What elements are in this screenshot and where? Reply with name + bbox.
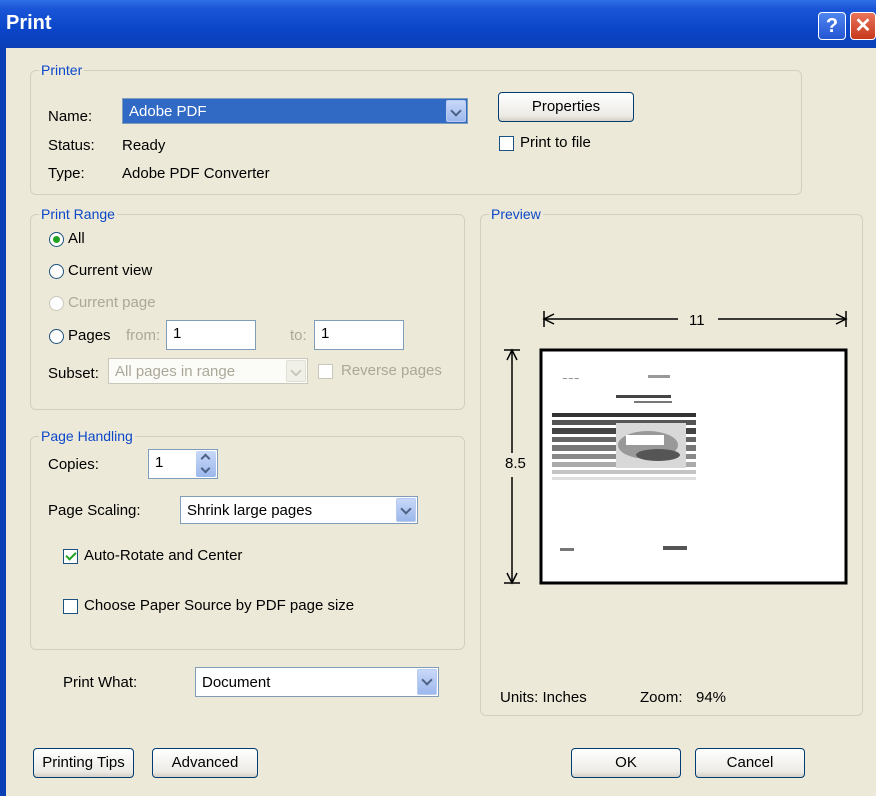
page-scaling-select[interactable]: Shrink large pages bbox=[180, 496, 418, 524]
printer-name-select[interactable]: Adobe PDF bbox=[122, 98, 468, 124]
preview-height: 8.5 bbox=[505, 455, 526, 472]
ok-button[interactable]: OK bbox=[571, 748, 681, 778]
page-scaling-label: Page Scaling: bbox=[48, 502, 141, 519]
printer-legend: Printer bbox=[41, 62, 83, 78]
chevron-down-icon bbox=[286, 360, 306, 382]
zoom-label: Zoom: bbox=[640, 689, 683, 706]
print-what-select[interactable]: Document bbox=[195, 667, 439, 697]
cancel-button[interactable]: Cancel bbox=[695, 748, 805, 778]
subset-label: Subset: bbox=[48, 365, 99, 382]
auto-rotate-checkbox[interactable] bbox=[63, 549, 78, 564]
printer-name-value: Adobe PDF bbox=[129, 103, 207, 120]
paper-source-checkbox[interactable] bbox=[63, 599, 78, 614]
status-label: Status: bbox=[48, 137, 95, 154]
from-input[interactable]: 1 bbox=[166, 320, 256, 350]
type-label: Type: bbox=[48, 165, 85, 182]
title-bar: Print ? ✕ bbox=[0, 0, 876, 48]
preview-width: 11 bbox=[689, 312, 705, 329]
copies-value: 1 bbox=[155, 454, 164, 471]
printer-name-label: Name: bbox=[48, 108, 93, 125]
radio-pages-label: Pages bbox=[68, 327, 111, 344]
copies-stepper[interactable]: 1 bbox=[148, 449, 218, 479]
copies-label: Copies: bbox=[48, 456, 99, 473]
page-handling-legend: Page Handling bbox=[41, 428, 133, 444]
units-label: Units: Inches bbox=[500, 689, 587, 706]
spinner-icon[interactable] bbox=[196, 451, 216, 477]
zoom-value: 94% bbox=[696, 689, 727, 706]
reverse-pages-checkbox bbox=[318, 364, 333, 379]
radio-current-view-label: Current view bbox=[68, 262, 153, 279]
window-frame bbox=[0, 48, 6, 796]
auto-rotate-label: Auto-Rotate and Center bbox=[84, 547, 243, 564]
page-preview: ~~~ bbox=[501, 309, 848, 585]
radio-pages[interactable] bbox=[49, 329, 64, 344]
type-value: Adobe PDF Converter bbox=[122, 165, 270, 182]
preview-legend: Preview bbox=[491, 206, 541, 222]
print-to-file-checkbox[interactable] bbox=[499, 136, 514, 151]
reverse-pages-label: Reverse pages bbox=[341, 362, 442, 379]
from-label: from: bbox=[126, 327, 161, 344]
to-input[interactable]: 1 bbox=[314, 320, 404, 350]
radio-all[interactable] bbox=[49, 232, 64, 247]
status-value: Ready bbox=[122, 137, 166, 154]
svg-text:~~~: ~~~ bbox=[562, 375, 580, 383]
radio-all-label: All bbox=[68, 230, 85, 247]
help-icon[interactable]: ? bbox=[818, 12, 846, 40]
print-what-label: Print What: bbox=[63, 674, 138, 691]
print-range-legend: Print Range bbox=[41, 206, 115, 222]
chevron-down-icon[interactable] bbox=[417, 669, 437, 695]
print-what-value: Document bbox=[202, 674, 271, 691]
radio-current-view[interactable] bbox=[49, 264, 64, 279]
page-scaling-value: Shrink large pages bbox=[187, 502, 313, 519]
close-icon[interactable]: ✕ bbox=[850, 12, 876, 40]
window-title: Print bbox=[6, 12, 52, 34]
paper-source-label: Choose Paper Source by PDF page size bbox=[84, 597, 355, 614]
chevron-down-icon[interactable] bbox=[446, 100, 466, 122]
subset-select: All pages in range bbox=[108, 358, 308, 384]
radio-current-page-label: Current page bbox=[68, 294, 156, 311]
advanced-button[interactable]: Advanced bbox=[152, 748, 258, 778]
print-to-file-label: Print to file bbox=[520, 134, 591, 151]
chevron-down-icon[interactable] bbox=[396, 498, 416, 522]
subset-value: All pages in range bbox=[115, 363, 236, 380]
printing-tips-button[interactable]: Printing Tips bbox=[33, 748, 134, 778]
properties-button[interactable]: Properties bbox=[498, 92, 634, 122]
radio-current-page bbox=[49, 296, 64, 311]
to-label: to: bbox=[290, 327, 307, 344]
